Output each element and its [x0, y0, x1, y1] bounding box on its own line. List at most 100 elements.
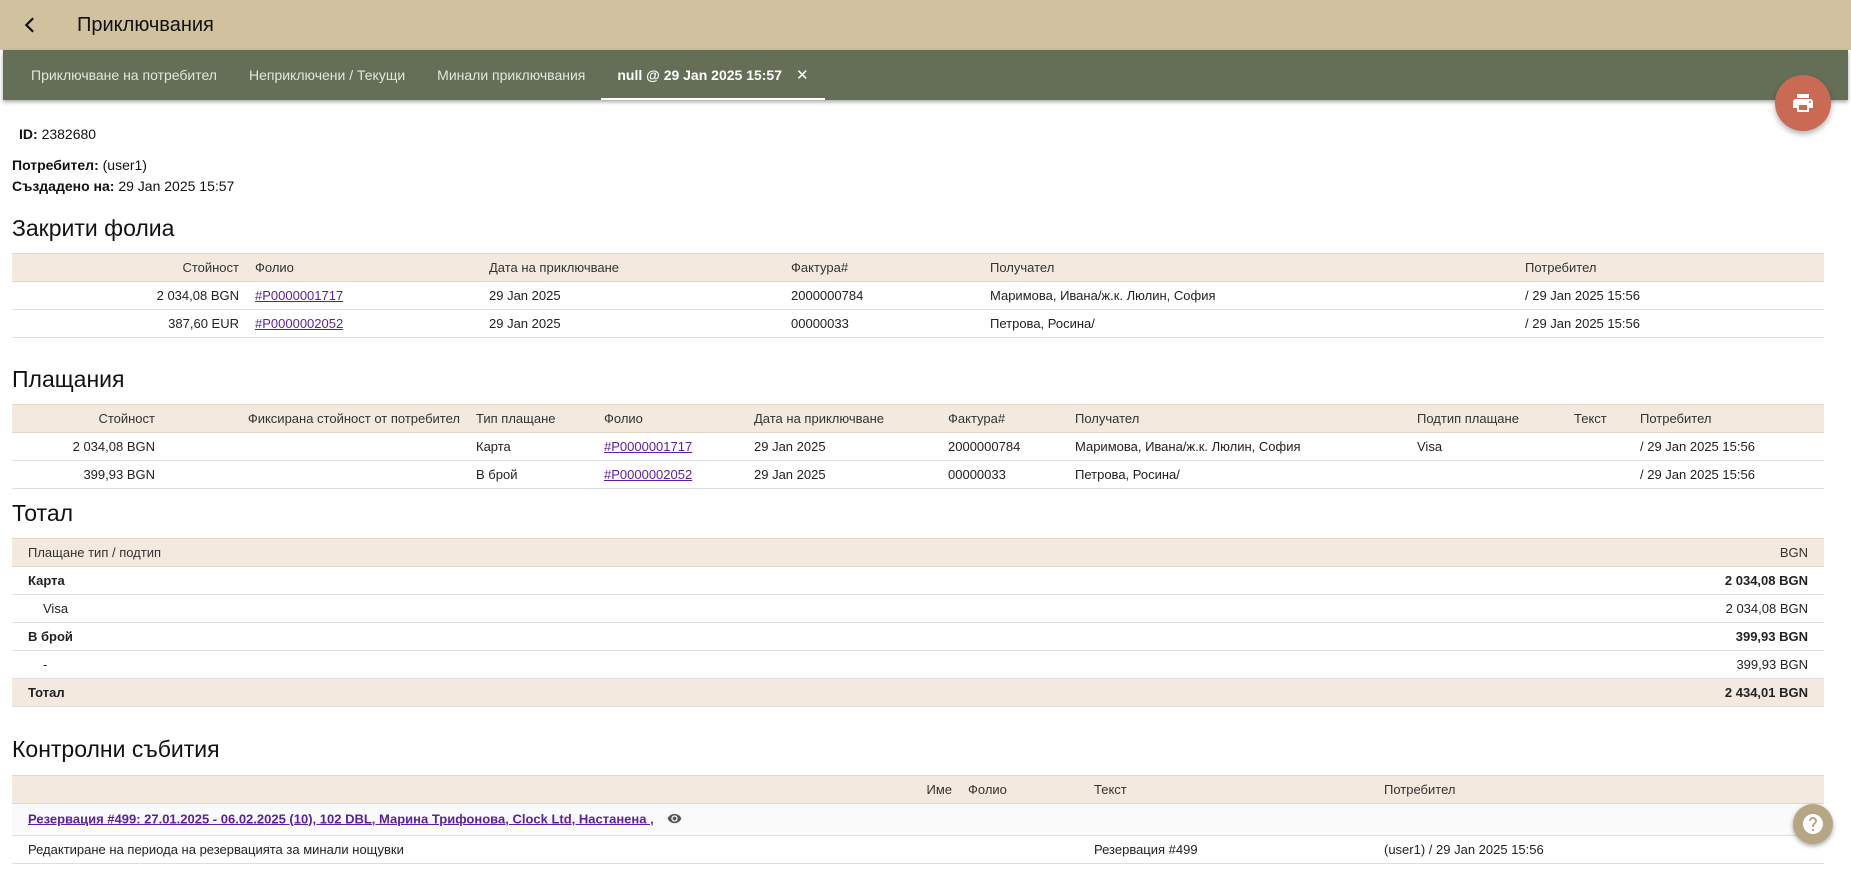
table-row: Visa 2 034,08 BGN: [12, 594, 1824, 623]
payment-subtype-cell: Visa: [1409, 432, 1566, 461]
tab-label: Приключване на потребител: [31, 67, 217, 83]
date-cell: 29 Jan 2025: [481, 309, 783, 338]
table-header-row: Стойност Фолио Дата на приключване Факту…: [12, 253, 1824, 282]
user-cell: / 29 Jan 2025 15:56: [1632, 460, 1824, 489]
user-label: Потребител:: [12, 157, 99, 173]
control-events-title: Контролни събития: [12, 736, 220, 762]
payment-type-cell: Карта: [468, 432, 596, 461]
user-cell: / 29 Jan 2025 15:56: [1517, 309, 1824, 338]
reservation-group-row: Резервация #499: 27.01.2025 - 06.02.2025…: [12, 803, 1824, 836]
fixed-value-cell: [163, 432, 468, 461]
eye-icon[interactable]: [667, 811, 682, 829]
column-header: Потребител: [1517, 253, 1824, 282]
column-header: Текст: [1566, 404, 1632, 433]
top-app-bar: Приключвания: [0, 0, 1851, 50]
closed-folios-table: Стойност Фолио Дата на приключване Факту…: [12, 253, 1824, 338]
folio-cell: [960, 835, 1086, 864]
column-header: Фолио: [596, 404, 746, 433]
invoice-cell: 00000033: [940, 460, 1067, 489]
reservation-link[interactable]: Резервация #499: 27.01.2025 - 06.02.2025…: [28, 811, 654, 826]
column-header: Получател: [982, 253, 1517, 282]
text-cell: Резервация #499: [1086, 835, 1376, 864]
user-value: (user1): [102, 157, 147, 173]
column-header: Стойност: [12, 253, 247, 282]
printer-icon: [1793, 94, 1813, 112]
payments-title: Плащания: [12, 366, 125, 392]
column-header: Име: [12, 775, 960, 804]
folio-link[interactable]: #P0000002052: [604, 467, 692, 482]
back-button[interactable]: [0, 0, 60, 50]
amount-cell: 399,93 BGN: [1089, 650, 1824, 679]
column-header: Фолио: [247, 253, 481, 282]
column-header: Фолио: [960, 775, 1086, 804]
payment-type-name: Карта: [12, 566, 1090, 595]
recipient-cell: Маримова, Ивана/ж.к. Люлин, София: [1067, 432, 1409, 461]
amount-cell: 2 034,08 BGN: [1089, 566, 1824, 595]
table-row: 387,60 EUR #P0000002052 29 Jan 2025 0000…: [12, 309, 1824, 338]
date-cell: 29 Jan 2025: [746, 460, 940, 489]
invoice-cell: 2000000784: [783, 281, 982, 310]
value-cell: 2 034,08 BGN: [12, 432, 163, 461]
value-cell: 2 034,08 BGN: [12, 281, 247, 310]
page-title: Приключвания: [77, 13, 214, 36]
id-value: 2382680: [41, 126, 97, 142]
table-header-row: Стойност Фиксирана стойност от потребите…: [12, 404, 1824, 433]
amount-cell: 2 034,08 BGN: [1089, 594, 1824, 623]
invoice-cell: 00000033: [783, 309, 982, 338]
user-cell: / 29 Jan 2025 15:56: [1517, 281, 1824, 310]
table-row: Карта 2 034,08 BGN: [12, 566, 1824, 595]
column-header: Стойност: [12, 404, 163, 433]
recipient-cell: Петрова, Росина/: [982, 309, 1517, 338]
column-header: Текст: [1086, 775, 1376, 804]
created-value: 29 Jan 2025 15:57: [118, 178, 235, 194]
total-row: Тотал 2 434,01 BGN: [12, 678, 1824, 707]
user-cell: (user1) / 29 Jan 2025 15:56: [1376, 835, 1824, 864]
column-header: BGN: [1089, 538, 1824, 567]
value-cell: 399,93 BGN: [12, 460, 163, 489]
table-row: 399,93 BGN В брой #P0000002052 29 Jan 20…: [12, 460, 1824, 489]
table-row: - 399,93 BGN: [12, 650, 1824, 679]
date-cell: 29 Jan 2025: [746, 432, 940, 461]
payments-table: Стойност Фиксирана стойност от потребите…: [12, 404, 1824, 489]
column-header: Фактура#: [940, 404, 1067, 433]
created-label: Създадено на:: [12, 178, 115, 194]
tab-label: null @ 29 Jan 2025 15:57: [617, 67, 783, 83]
help-icon: [1803, 814, 1823, 834]
table-row: 2 034,08 BGN Карта #P0000001717 29 Jan 2…: [12, 432, 1824, 461]
column-header: Получател: [1067, 404, 1409, 433]
print-button[interactable]: [1775, 75, 1831, 131]
tab-bar: Приключване на потребител Неприключени /…: [3, 50, 1848, 100]
tab-past-closings[interactable]: Минали приключвания: [421, 50, 601, 100]
help-button[interactable]: [1793, 804, 1833, 844]
column-header: Потребител: [1376, 775, 1824, 804]
close-icon[interactable]: ✕: [796, 66, 809, 84]
tab-current-closing[interactable]: null @ 29 Jan 2025 15:57 ✕: [601, 50, 825, 100]
payment-subtype-name: -: [12, 650, 1090, 679]
folio-link[interactable]: #P0000001717: [604, 439, 692, 454]
closed-folios-title: Закрити фолиа: [12, 215, 175, 241]
column-header: Дата на приключване: [746, 404, 940, 433]
payment-subtype-cell: [1409, 460, 1566, 489]
tab-user-closing[interactable]: Приключване на потребител: [3, 50, 233, 100]
control-events-table: Име Фолио Текст Потребител Резервация #4…: [12, 775, 1824, 864]
recipient-cell: Петрова, Росина/: [1067, 460, 1409, 489]
total-table: Плащане тип / подтип BGN Карта 2 034,08 …: [12, 538, 1824, 707]
user-cell: / 29 Jan 2025 15:56: [1632, 432, 1824, 461]
text-cell: [1566, 432, 1632, 461]
total-label: Тотал: [12, 678, 1090, 707]
id-label: ID:: [19, 126, 38, 142]
event-description: Редактиране на периода на резервацията з…: [12, 835, 960, 864]
table-row: 2 034,08 BGN #P0000001717 29 Jan 2025 20…: [12, 281, 1824, 310]
column-header: Подтип плащане: [1409, 404, 1566, 433]
table-row: Редактиране на периода на резервацията з…: [12, 835, 1824, 864]
tab-open-current[interactable]: Неприключени / Текущи: [233, 50, 421, 100]
total-amount: 2 434,01 BGN: [1089, 678, 1824, 707]
folio-link[interactable]: #P0000002052: [255, 316, 343, 331]
payment-subtype-name: Visa: [12, 594, 1090, 623]
total-title: Тотал: [12, 500, 74, 526]
tab-label: Неприключени / Текущи: [248, 67, 406, 83]
folio-link[interactable]: #P0000001717: [255, 288, 343, 303]
closing-id: ID: 2382680: [19, 126, 96, 142]
column-header: Фактура#: [783, 253, 982, 282]
column-header: Дата на приключване: [481, 253, 783, 282]
